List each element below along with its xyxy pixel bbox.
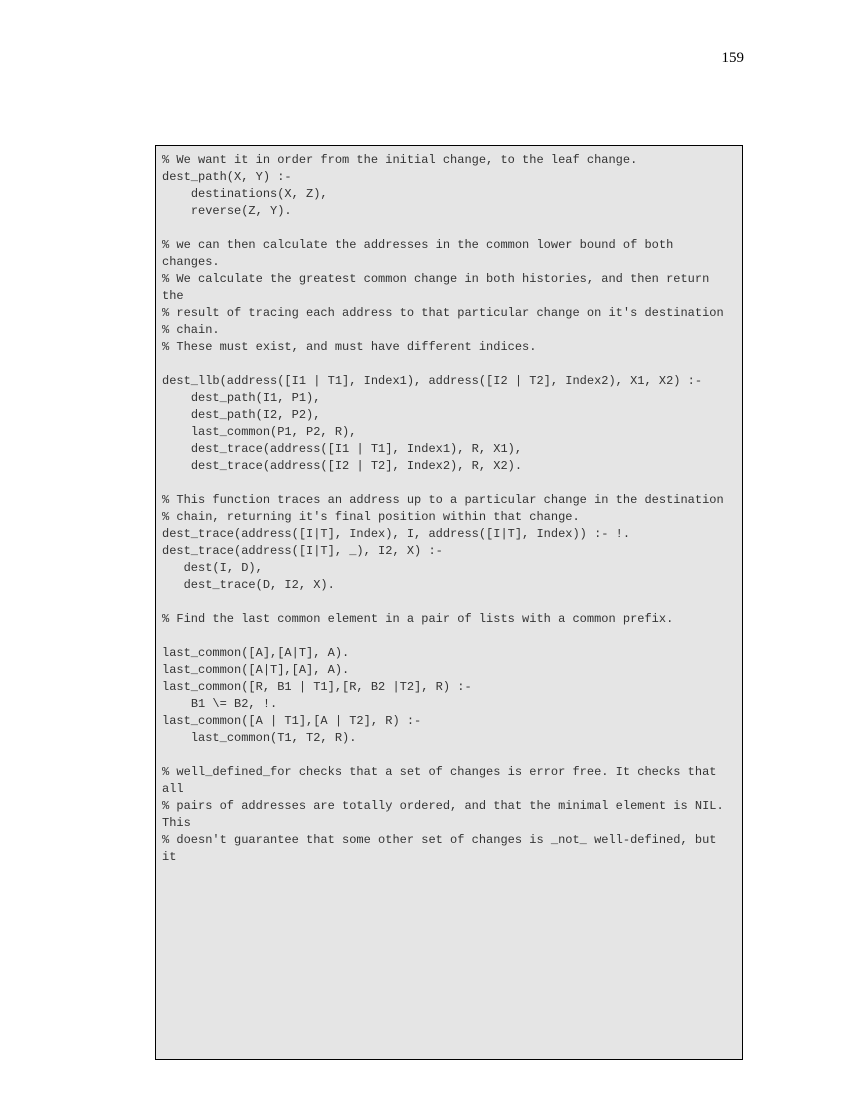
page-number: 159	[722, 50, 745, 67]
code-listing: % We want it in order from the initial c…	[155, 145, 743, 1060]
code-content: % We want it in order from the initial c…	[162, 152, 736, 866]
